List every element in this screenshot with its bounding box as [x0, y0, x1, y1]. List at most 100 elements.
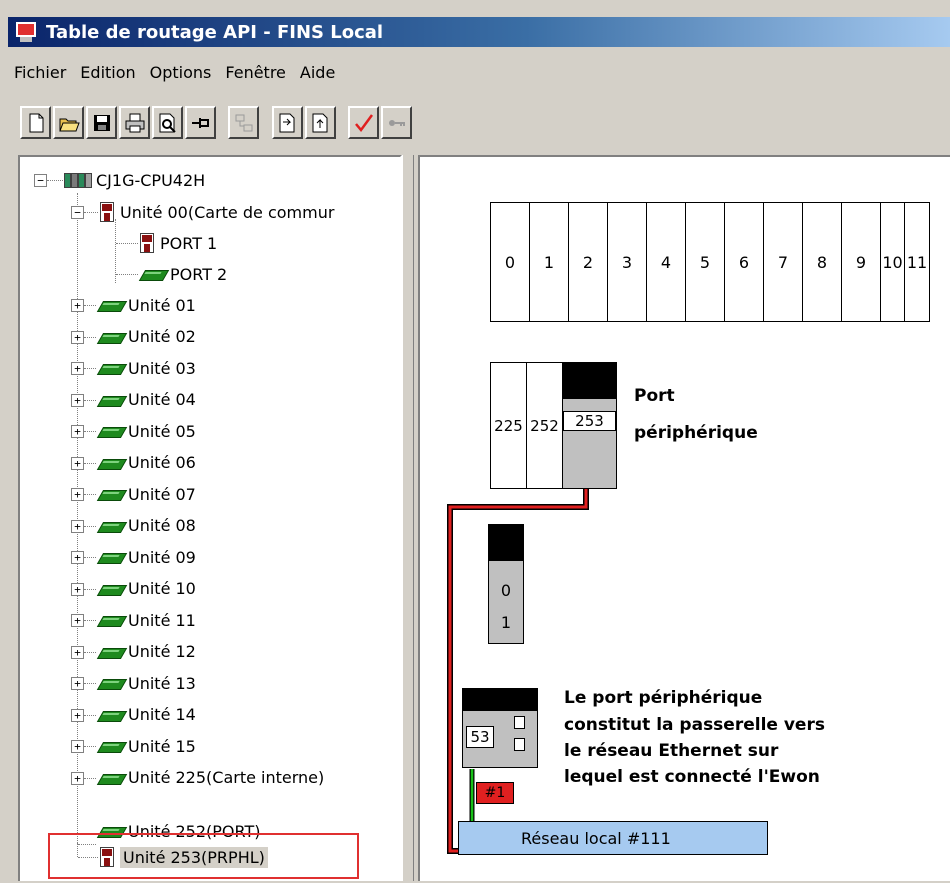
unit-slot[interactable]: 7: [764, 203, 803, 321]
unit-slot[interactable]: 10: [881, 203, 905, 321]
menu-options[interactable]: Options: [144, 63, 218, 82]
tree-item-unit[interactable]: Unité 10: [98, 575, 196, 603]
unit-slot[interactable]: 2: [569, 203, 608, 321]
key-icon: [388, 119, 405, 126]
import-button[interactable]: [272, 106, 303, 139]
collapse-root-toggle[interactable]: −: [34, 174, 47, 187]
tree-item-unit[interactable]: Unité 06: [98, 449, 196, 477]
expand-unit-toggle[interactable]: +: [71, 582, 84, 596]
print-button[interactable]: [119, 106, 150, 139]
key-button[interactable]: [381, 106, 412, 139]
port-green-icon: [140, 267, 166, 281]
tree-item-unit[interactable]: Unité 02: [98, 323, 196, 351]
tree-item-unit[interactable]: Unité 15: [98, 732, 196, 760]
node-badge: #1: [476, 782, 514, 804]
unit-slot[interactable]: 5: [686, 203, 725, 321]
tree-item-label: Unité 00(Carte de commur: [120, 202, 335, 222]
expand-unit-toggle[interactable]: +: [71, 551, 84, 564]
tree-item-port-2[interactable]: PORT 2: [140, 260, 227, 288]
tree-item-label: Unité 225(Carte interne): [128, 768, 325, 787]
unit-green-icon: [98, 582, 124, 596]
title-bar[interactable]: Table de routage API - FINS Local: [8, 17, 950, 47]
window-title: Table de routage API - FINS Local: [46, 21, 384, 43]
unit-slot[interactable]: 11: [905, 203, 929, 321]
print-icon: [125, 113, 144, 132]
unit-slot[interactable]: 0: [491, 203, 530, 321]
menu-fichier[interactable]: Fichier: [8, 63, 72, 82]
tree-item-unit[interactable]: Unité 04: [98, 386, 196, 414]
tree-item-unit[interactable]: Unité 08: [98, 512, 196, 540]
expand-unit-toggle[interactable]: +: [71, 645, 84, 659]
tree-item-unit[interactable]: Unité 07: [98, 480, 196, 508]
save-button[interactable]: [86, 106, 117, 139]
rack-cell-253-label: 253: [563, 411, 616, 431]
rack-cell-252[interactable]: 252: [526, 362, 563, 489]
cpu-rack: 225 252 253: [490, 362, 617, 489]
expand-unit-toggle[interactable]: +: [71, 456, 84, 470]
collapse-unit00-toggle[interactable]: −: [71, 206, 84, 219]
routing-diagram[interactable]: 0 1 2 3 4 5 6 7 8 9 10 11 225 252 253 Port périphér…: [418, 155, 950, 881]
expand-unit-toggle[interactable]: +: [71, 614, 84, 627]
expand-unit-toggle[interactable]: +: [71, 362, 84, 375]
expand-unit-toggle[interactable]: +: [71, 330, 84, 344]
tree-item-label: PORT 2: [170, 264, 228, 284]
tree-item-unit[interactable]: Unité 14: [98, 701, 196, 729]
expand-unit-toggle[interactable]: +: [71, 393, 84, 407]
rack-cell-253[interactable]: 253: [562, 362, 617, 489]
tree-item-label: Unité 12: [128, 642, 196, 661]
open-button[interactable]: [53, 106, 84, 139]
tree-item-label: CJ1G-CPU42H: [96, 170, 206, 190]
tree-item-unit[interactable]: Unité 01: [98, 291, 196, 319]
unit-slot[interactable]: 3: [608, 203, 647, 321]
tree-item-unit-00[interactable]: Unité 00(Carte de commur: [100, 198, 334, 226]
local-network-bar[interactable]: Réseau local #111: [458, 821, 768, 855]
tree-item-root[interactable]: CJ1G-CPU42H: [64, 166, 205, 194]
preview-button[interactable]: [152, 106, 183, 139]
unit-slot[interactable]: 8: [803, 203, 842, 321]
tree-item-unit[interactable]: Unité 13: [98, 669, 196, 697]
unit-green-icon: [98, 456, 124, 470]
routing-tree-pane[interactable]: − CJ1G-CPU42H − Unité 00(Carte de commur…: [18, 155, 402, 881]
tree-item-label: Unité 07: [128, 484, 196, 504]
menu-aide[interactable]: Aide: [294, 63, 341, 82]
export-icon: [312, 113, 327, 132]
check-icon: [354, 113, 373, 132]
tree-item-unit[interactable]: Unité 12: [98, 638, 196, 666]
unit-green-icon: [98, 708, 124, 722]
new-button[interactable]: [20, 106, 51, 139]
tree-item-label: Unité 11: [128, 610, 196, 630]
unit-slot[interactable]: 6: [725, 203, 764, 321]
unit-slot[interactable]: 4: [647, 203, 686, 321]
tree-item-label: PORT 1: [160, 233, 218, 253]
tree-item-unit[interactable]: Unité 11: [98, 606, 196, 634]
tree-item-unit[interactable]: Unité 09: [98, 543, 196, 571]
pin-button[interactable]: [185, 106, 216, 139]
tree-item-unit[interactable]: Unité 03: [98, 354, 196, 382]
menu-fenetre[interactable]: Fenêtre: [219, 63, 292, 82]
pane-splitter[interactable]: [402, 155, 414, 881]
unit-green-icon: [98, 613, 124, 627]
unit-slot[interactable]: 9: [842, 203, 881, 321]
check-button[interactable]: [348, 106, 379, 139]
unit-module-53[interactable]: 53: [462, 688, 538, 768]
expand-unit-toggle[interactable]: +: [71, 425, 84, 438]
export-button[interactable]: [305, 106, 336, 139]
expand-unit-toggle[interactable]: +: [71, 740, 84, 753]
expand-unit-toggle[interactable]: +: [71, 299, 84, 312]
import-icon: [279, 113, 294, 132]
expand-unit-toggle[interactable]: +: [71, 708, 84, 722]
rack-cell-225[interactable]: 225: [490, 362, 527, 489]
tree-item-unit[interactable]: Unité 225(Carte interne): [98, 764, 324, 792]
unit-red-icon: [100, 202, 114, 222]
expand-unit-toggle[interactable]: +: [71, 519, 84, 533]
connect-button[interactable]: [228, 106, 259, 139]
expand-unit-toggle[interactable]: +: [71, 488, 84, 501]
expand-unit-toggle[interactable]: +: [71, 771, 84, 785]
preview-icon: [159, 113, 176, 133]
unit-module-0-1[interactable]: 0 1: [488, 524, 524, 644]
tree-item-unit[interactable]: Unité 05: [98, 417, 196, 445]
tree-item-port-1[interactable]: PORT 1: [140, 229, 217, 257]
menu-edition[interactable]: Edition: [74, 63, 141, 82]
unit-slot[interactable]: 1: [530, 203, 569, 321]
expand-unit-toggle[interactable]: +: [71, 677, 84, 690]
